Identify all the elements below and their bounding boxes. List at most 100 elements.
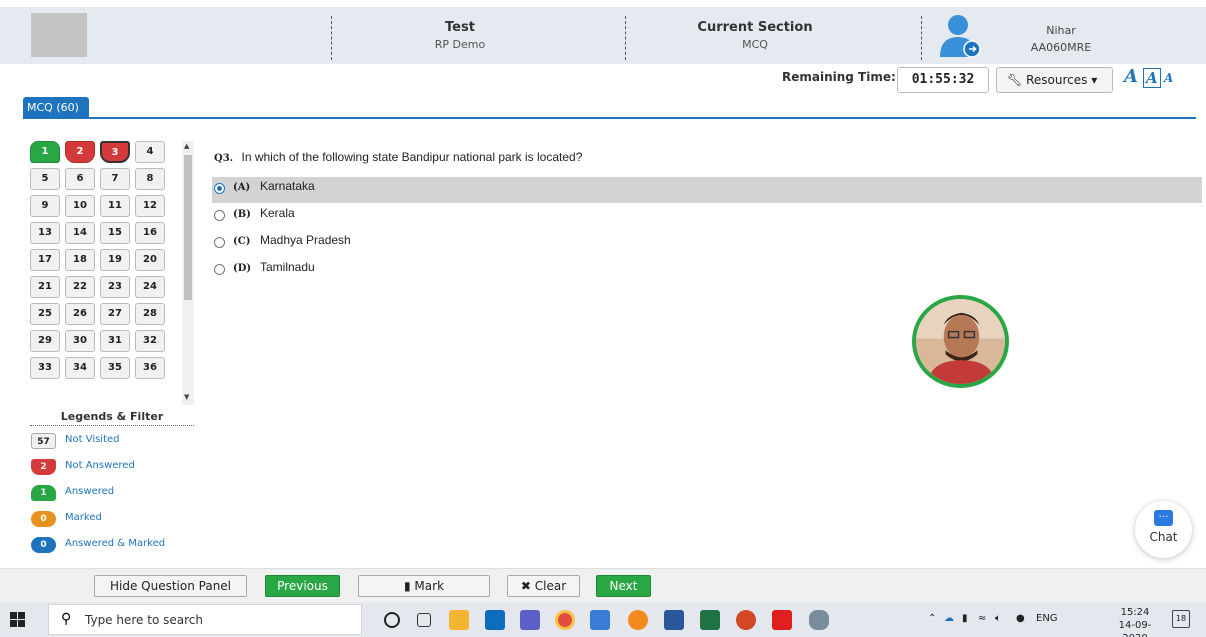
question-palette-button[interactable]: 19 xyxy=(100,249,130,271)
option-a[interactable]: (A) Karnataka xyxy=(212,177,1202,203)
question-palette-button[interactable]: 12 xyxy=(135,195,165,217)
question-palette-button[interactable]: 1 xyxy=(30,141,60,163)
clear-label: Clear xyxy=(534,579,567,593)
chat-button[interactable]: … Chat xyxy=(1135,501,1192,558)
firefox-icon[interactable] xyxy=(628,610,648,630)
question-palette-button[interactable]: 20 xyxy=(135,249,165,271)
acrobat-icon[interactable] xyxy=(772,610,792,630)
previous-button[interactable]: Previous xyxy=(265,575,340,597)
tab-mcq[interactable]: MCQ (60) xyxy=(23,97,89,118)
battery-icon[interactable]: ▮ xyxy=(962,613,968,624)
language-indicator[interactable]: ENG xyxy=(1036,613,1058,624)
question-palette-button[interactable]: 31 xyxy=(100,330,130,352)
option-b[interactable]: (B) Kerala xyxy=(212,204,1202,230)
scroll-thumb[interactable] xyxy=(184,155,192,300)
question-palette-button[interactable]: 2 xyxy=(65,141,95,163)
question-palette-button[interactable]: 10 xyxy=(65,195,95,217)
outlook-icon[interactable] xyxy=(485,610,505,630)
taskbar-clock[interactable]: 15:24 14-09-2020 xyxy=(1108,606,1162,637)
question-palette-button[interactable]: 5 xyxy=(30,168,60,190)
question-palette-button[interactable]: 11 xyxy=(100,195,130,217)
resources-button[interactable]: 🔧︎ Resources ▾ xyxy=(996,67,1113,93)
question-palette-button[interactable]: 9 xyxy=(30,195,60,217)
question-palette-button[interactable]: 33 xyxy=(30,357,60,379)
taskbar-search-input[interactable]: ⚲ Type here to search xyxy=(48,604,362,635)
webcam-preview xyxy=(912,295,1009,388)
question-palette-button[interactable]: 21 xyxy=(30,276,60,298)
wifi-icon[interactable]: ≈ xyxy=(978,613,986,624)
question-palette-button[interactable]: 14 xyxy=(65,222,95,244)
app-icon[interactable] xyxy=(590,610,610,630)
legend-count: 2 xyxy=(31,459,56,475)
wrench-icon: 🔧︎ xyxy=(1007,73,1023,87)
option-text: Karnataka xyxy=(260,179,315,193)
windows-start-icon[interactable] xyxy=(10,612,25,627)
speaker-icon[interactable]: 🔈︎ xyxy=(995,613,1001,624)
notification-center-icon[interactable]: 18 xyxy=(1172,610,1190,628)
mark-button[interactable]: ▮ Mark xyxy=(358,575,490,597)
clear-button[interactable]: ✖ Clear xyxy=(507,575,580,597)
chevron-up-icon[interactable]: ⌃ xyxy=(928,613,936,624)
chrome-icon[interactable] xyxy=(555,610,575,630)
question-palette-button[interactable]: 3 xyxy=(100,141,130,163)
option-c[interactable]: (C) Madhya Pradesh xyxy=(212,231,1202,257)
next-button[interactable]: Next xyxy=(596,575,651,597)
question-palette-button[interactable]: 22 xyxy=(65,276,95,298)
question-palette-button[interactable]: 15 xyxy=(100,222,130,244)
legend-label: Answered & Marked xyxy=(65,538,166,549)
question-palette-button[interactable]: 7 xyxy=(100,168,130,190)
font-size-large-button[interactable]: A xyxy=(1124,66,1138,87)
microphone-icon[interactable]: ● xyxy=(1016,613,1025,624)
option-c-radio[interactable] xyxy=(214,237,225,248)
search-icon: ⚲ xyxy=(61,611,72,627)
question-palette-button[interactable]: 34 xyxy=(65,357,95,379)
clock-time: 15:24 xyxy=(1120,607,1150,618)
question-palette-button[interactable]: 35 xyxy=(100,357,130,379)
option-d-radio[interactable] xyxy=(214,264,225,275)
question-palette-button[interactable]: 23 xyxy=(100,276,130,298)
question-palette-button[interactable]: 26 xyxy=(65,303,95,325)
hide-question-panel-button[interactable]: Hide Question Panel xyxy=(94,575,247,597)
taskbar: ⚲ Type here to search ⌃ ☁ ▮ ≈ 🔈︎ ● ENG 1… xyxy=(0,602,1206,637)
question-palette-button[interactable]: 13 xyxy=(30,222,60,244)
header-divider xyxy=(921,16,922,60)
font-size-medium-button[interactable]: A xyxy=(1143,68,1161,88)
option-a-radio[interactable] xyxy=(214,183,225,194)
search-placeholder: Type here to search xyxy=(85,613,203,627)
word-icon[interactable] xyxy=(664,610,684,630)
question-palette-button[interactable]: 36 xyxy=(135,357,165,379)
task-view-icon[interactable] xyxy=(417,613,431,627)
option-d[interactable]: (D) Tamilnadu xyxy=(212,258,1202,284)
legend-label: Answered xyxy=(65,486,115,497)
onedrive-icon[interactable]: ☁ xyxy=(944,613,954,624)
question-palette-button[interactable]: 18 xyxy=(65,249,95,271)
question-text: In which of the following state Bandipur… xyxy=(241,150,583,164)
file-explorer-icon[interactable] xyxy=(449,610,469,630)
question-palette-button[interactable]: 6 xyxy=(65,168,95,190)
powerpoint-icon[interactable] xyxy=(736,610,756,630)
question-palette-button[interactable]: 24 xyxy=(135,276,165,298)
tab-underline xyxy=(23,117,1196,119)
cortana-icon[interactable] xyxy=(384,612,400,628)
scroll-down-icon[interactable]: ▼ xyxy=(184,393,189,401)
question-palette-button[interactable]: 16 xyxy=(135,222,165,244)
question-palette-button[interactable]: 27 xyxy=(100,303,130,325)
question-palette-button[interactable]: 28 xyxy=(135,303,165,325)
font-size-small-button[interactable]: A xyxy=(1164,71,1173,85)
palette-scrollbar[interactable]: ▲ ▼ xyxy=(182,141,194,405)
scroll-up-icon[interactable]: ▲ xyxy=(184,142,189,150)
question-palette-button[interactable]: 29 xyxy=(30,330,60,352)
excel-icon[interactable] xyxy=(700,610,720,630)
question-palette-button[interactable]: 4 xyxy=(135,141,165,163)
question-palette-button[interactable]: 32 xyxy=(135,330,165,352)
question-palette-button[interactable]: 30 xyxy=(65,330,95,352)
legend-count: 0 xyxy=(31,511,56,527)
paint-icon[interactable] xyxy=(809,610,829,630)
teams-icon[interactable] xyxy=(520,610,540,630)
question-palette-button[interactable]: 25 xyxy=(30,303,60,325)
option-text: Tamilnadu xyxy=(260,260,315,274)
question-palette-button[interactable]: 8 xyxy=(135,168,165,190)
option-b-radio[interactable] xyxy=(214,210,225,221)
question-palette-button[interactable]: 17 xyxy=(30,249,60,271)
option-label: (B) xyxy=(233,209,251,220)
